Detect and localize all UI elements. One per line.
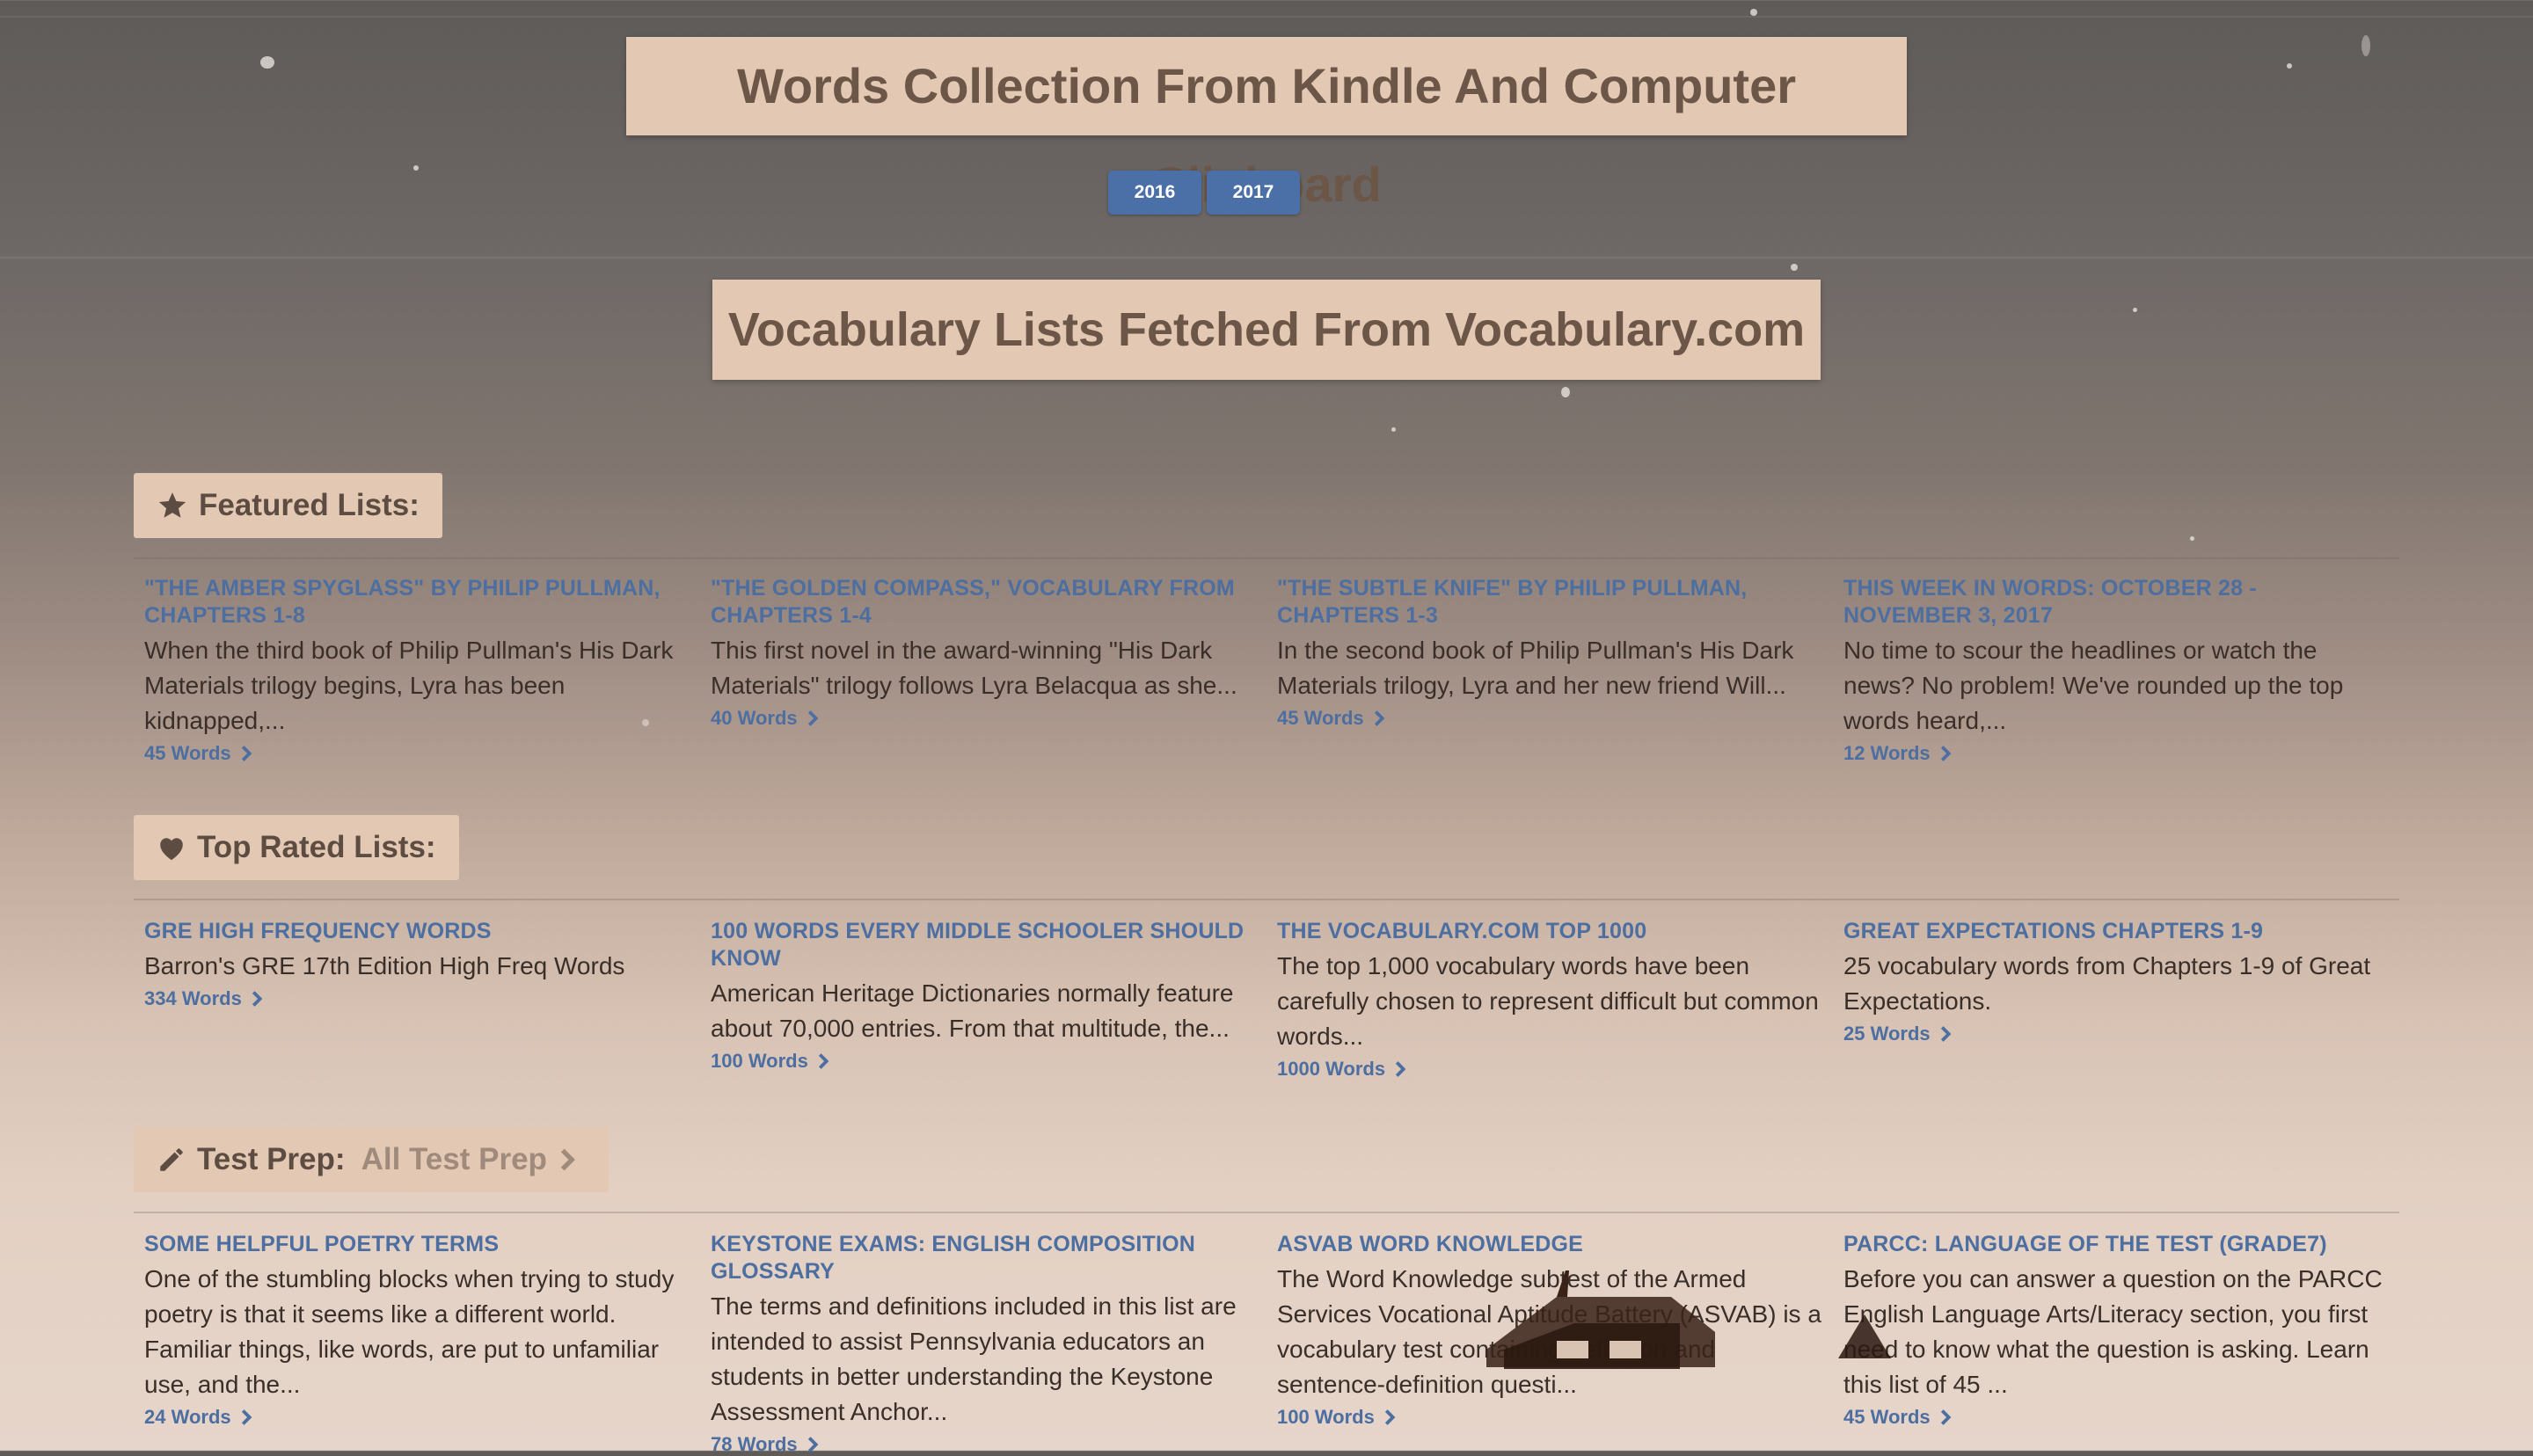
chevron-right-icon (1940, 746, 1952, 761)
chevron-right-icon (241, 1409, 252, 1425)
background-house-illustration (1486, 1270, 1891, 1369)
list-description: The terms and definitions included in th… (711, 1292, 1237, 1425)
divider (134, 557, 2399, 559)
list-card[interactable]: Keystone Exams: English Composition Glos… (711, 1231, 1256, 1456)
list-card[interactable]: "The Subtle Knife" by Philip Pullman, Ch… (1277, 575, 1822, 730)
word-count-link[interactable]: 40 Words (711, 707, 1256, 730)
word-count: 1000 Words (1277, 1058, 1386, 1080)
list-card[interactable]: "The Golden Compass," Vocabulary from Ch… (711, 575, 1256, 730)
heart-icon (160, 838, 183, 861)
background-line (0, 16, 2533, 18)
word-count: 100 Words (1277, 1406, 1375, 1428)
snow-speck (2133, 308, 2137, 312)
list-card[interactable]: GRE High Frequency Words Barron's GRE 17… (144, 918, 690, 1010)
test-prep-header: Test Prep: All Test Prep (134, 1127, 609, 1192)
snow-speck (413, 165, 419, 171)
word-count: 78 Words (711, 1433, 798, 1455)
list-description: No time to scour the headlines or watch … (1843, 637, 2344, 734)
list-card[interactable]: Great Expectations Chapters 1-9 25 vocab… (1843, 918, 2389, 1045)
list-description: 25 vocabulary words from Chapters 1-9 of… (1843, 952, 2371, 1015)
word-count-link[interactable]: 45 Words (1277, 707, 1822, 730)
word-count: 45 Words (1843, 1406, 1931, 1428)
chevron-right-icon (1384, 1409, 1396, 1425)
list-title-link[interactable]: PARCC: Language of the Test (Grade7) (1843, 1231, 2389, 1258)
list-description: This first novel in the award-winning "H… (711, 637, 1237, 699)
word-count: 25 Words (1843, 1023, 1931, 1045)
list-title-link[interactable]: "The Golden Compass," Vocabulary from Ch… (711, 575, 1256, 630)
chevron-right-icon (818, 1053, 829, 1069)
section-label: Test Prep: (197, 1142, 346, 1176)
list-card[interactable]: "The Amber Spyglass" by Philip Pullman, … (144, 575, 690, 765)
list-card[interactable]: This Week in Words: October 28 - Novembe… (1843, 575, 2389, 765)
section-label: Top Rated Lists: (197, 830, 436, 864)
chevron-right-icon (241, 746, 252, 761)
list-title-link[interactable]: ASVAB Word Knowledge (1277, 1231, 1822, 1258)
list-card[interactable]: The Vocabulary.com Top 1000 The top 1,00… (1277, 918, 1822, 1081)
chevron-right-icon (1396, 1061, 1406, 1077)
snow-speck (2287, 63, 2292, 69)
snow-speck (1561, 387, 1570, 397)
pencil-icon (160, 1148, 183, 1171)
word-count-link[interactable]: 45 Words (144, 742, 690, 765)
word-count: 334 Words (144, 987, 242, 1009)
list-description: The top 1,000 vocabulary words have been… (1277, 952, 1819, 1050)
list-description: When the third book of Philip Pullman's … (144, 637, 674, 734)
word-count: 100 Words (711, 1050, 808, 1072)
snow-speck (2361, 35, 2370, 56)
divider (134, 899, 2399, 900)
list-title-link[interactable]: Some Helpful Poetry Terms (144, 1231, 690, 1258)
snow-speck (2190, 536, 2194, 541)
list-description: One of the stumbling blocks when trying … (144, 1265, 675, 1398)
list-description: In the second book of Philip Pullman's H… (1277, 637, 1794, 699)
list-title-link[interactable]: "The Amber Spyglass" by Philip Pullman, … (144, 575, 690, 630)
word-count: 24 Words (144, 1406, 231, 1428)
chevron-right-icon (1940, 1409, 1952, 1425)
featured-lists-header: Featured Lists: (134, 473, 442, 538)
word-count-link[interactable]: 100 Words (1277, 1406, 1822, 1429)
word-count: 45 Words (144, 742, 231, 764)
word-count-link[interactable]: 1000 Words (1277, 1058, 1822, 1081)
chevron-right-icon (252, 991, 263, 1007)
page-title: Words Collection From Kindle And Compute… (626, 37, 1907, 212)
divider (134, 1212, 2399, 1213)
word-count: 12 Words (1843, 742, 1931, 764)
chevron-right-icon (1374, 710, 1385, 726)
list-title-link[interactable]: "The Subtle Knife" by Philip Pullman, Ch… (1277, 575, 1822, 630)
list-title-link[interactable]: GRE High Frequency Words (144, 918, 690, 945)
year-2017-button[interactable]: 2017 (1207, 171, 1300, 215)
vocab-section-title: Vocabulary Lists Fetched From Vocabulary… (712, 280, 1821, 380)
snow-speck (1391, 427, 1396, 432)
word-count-link[interactable]: 78 Words (711, 1433, 1256, 1456)
snow-speck (1750, 9, 1757, 16)
chevron-right-icon (560, 1148, 575, 1171)
section-label: Featured Lists: (199, 488, 420, 522)
list-description: American Heritage Dictionaries normally … (711, 979, 1234, 1042)
year-2016-button[interactable]: 2016 (1108, 171, 1201, 215)
list-title-link[interactable]: Great Expectations Chapters 1-9 (1843, 918, 2389, 945)
background-line (0, 257, 2533, 258)
chevron-right-icon (1940, 1026, 1952, 1042)
list-card[interactable]: 100 Words Every Middle Schooler Should K… (711, 918, 1256, 1073)
list-title-link[interactable]: 100 Words Every Middle Schooler Should K… (711, 918, 1256, 972)
top-rated-lists-header: Top Rated Lists: (134, 815, 459, 880)
list-description: Barron's GRE 17th Edition High Freq Word… (144, 952, 625, 979)
list-card[interactable]: Some Helpful Poetry Terms One of the stu… (144, 1231, 690, 1429)
word-count-link[interactable]: 25 Words (1843, 1023, 2389, 1045)
snow-speck (1791, 264, 1798, 271)
chevron-right-icon (807, 1437, 819, 1452)
star-icon (158, 492, 186, 518)
word-count-link[interactable]: 24 Words (144, 1406, 690, 1429)
snow-speck (260, 56, 274, 69)
all-test-prep-link[interactable]: All Test Prep (361, 1142, 547, 1177)
word-count-link[interactable]: 100 Words (711, 1050, 1256, 1073)
word-count-link[interactable]: 334 Words (144, 987, 690, 1010)
word-count-link[interactable]: 12 Words (1843, 742, 2389, 765)
word-count: 40 Words (711, 707, 798, 729)
chevron-right-icon (807, 710, 819, 726)
list-title-link[interactable]: This Week in Words: October 28 - Novembe… (1843, 575, 2389, 630)
list-title-link[interactable]: The Vocabulary.com Top 1000 (1277, 918, 1822, 945)
word-count: 45 Words (1277, 707, 1364, 729)
list-title-link[interactable]: Keystone Exams: English Composition Glos… (711, 1231, 1256, 1285)
word-count-link[interactable]: 45 Words (1843, 1406, 2389, 1429)
